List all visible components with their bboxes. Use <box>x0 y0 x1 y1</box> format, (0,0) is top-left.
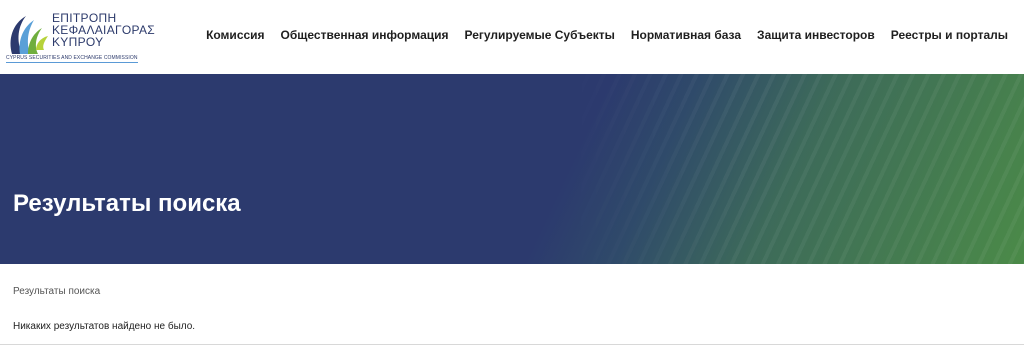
page-title: Результаты поиска <box>13 190 241 217</box>
logo-subtitle: CYPRUS SECURITIES AND EXCHANGE COMMISSIO… <box>6 55 138 63</box>
nav-item-commission[interactable]: Комиссия <box>198 28 272 42</box>
no-results-message: Никаких результатов найдено не было. <box>13 321 196 332</box>
nav-item-legal-framework[interactable]: Нормативная база <box>623 28 749 42</box>
nav-item-regulated-entities[interactable]: Регулируемые Субъекты <box>457 28 623 42</box>
content-divider <box>0 344 1024 345</box>
nav-item-investor-protection[interactable]: Защита инвесторов <box>749 28 883 42</box>
hero-decorative-stripes <box>560 74 1024 264</box>
site-logo[interactable]: ΕΠΙΤΡΟΠΗ ΚΕΦΑΛΑΙΑΓΟΡΑΣ ΚΥΠΡΟΥ CYPRUS SEC… <box>6 8 166 68</box>
nav-item-registries-portals[interactable]: Реестры и порталы <box>883 28 1016 42</box>
logo-wordmark: ΕΠΙΤΡΟΠΗ ΚΕΦΑΛΑΙΑΓΟΡΑΣ ΚΥΠΡΟΥ <box>52 12 155 48</box>
site-header: ΕΠΙΤΡΟΠΗ ΚΕΦΑΛΑΙΑΓΟΡΑΣ ΚΥΠΡΟΥ CYPRUS SEC… <box>0 0 1024 74</box>
logo-line-3: ΚΥΠΡΟΥ <box>52 35 104 49</box>
nav-item-public-information[interactable]: Общественная информация <box>273 28 457 42</box>
breadcrumb: Результаты поиска <box>13 286 101 297</box>
page-hero-banner: Результаты поиска <box>0 74 1024 264</box>
cysec-logo-icon <box>10 16 48 54</box>
main-nav: Комиссия Общественная информация Регулир… <box>198 28 1016 42</box>
